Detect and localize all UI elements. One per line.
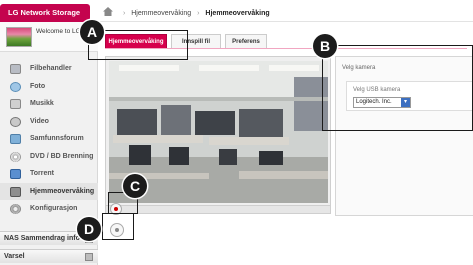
sidebar-section-varsel[interactable]: Varsel [0, 249, 98, 263]
tab-preferens[interactable]: Preferens [225, 34, 267, 48]
sidebar-item-label: Konfigurasjon [30, 205, 78, 212]
gear-icon [10, 204, 21, 214]
disc-icon [10, 151, 21, 162]
sidebar-item-label: Filbehandler [30, 65, 72, 72]
callout-badge-d: D [77, 217, 101, 241]
video-icon [10, 116, 21, 127]
breadcrumb-separator: › [197, 10, 200, 17]
sidebar-item-torrent[interactable]: Torrent [0, 165, 98, 183]
sidebar-item-foto[interactable]: Foto [0, 78, 98, 96]
callout-badge-a: A [80, 20, 104, 44]
forum-icon [10, 134, 21, 144]
sidebar-item-label: DVD / BD Brenning [30, 152, 94, 160]
welcome-thumbnail [6, 27, 32, 47]
torrent-icon [10, 169, 21, 179]
callout-box-b [322, 45, 473, 131]
callout-badge-c: C [123, 174, 147, 198]
sidebar-item-label: Foto [30, 82, 46, 90]
breadcrumb: › Hjemmeovervåking › Hjemmeovervåking [103, 7, 270, 17]
sidebar-item-video[interactable]: Video [0, 113, 98, 131]
brand-logo: LG Network Storage [0, 4, 90, 22]
sidebar-item-label: Video [30, 117, 49, 125]
section-label: NAS Sammendrag info [4, 235, 80, 242]
home-icon[interactable] [103, 7, 113, 16]
sidebar-menu: Filbehandler Foto Musikk Video Samfunnsf… [0, 60, 98, 218]
photo-icon [10, 81, 21, 92]
sidebar-item-konfigurasjon[interactable]: Konfigurasjon [0, 200, 98, 218]
top-bar: LG Network Storage › Hjemmeovervåking › … [0, 0, 473, 22]
sidebar-item-dvd-bd[interactable]: DVD / BD Brenning [0, 148, 98, 166]
sidebar-item-musikk[interactable]: Musikk [0, 95, 98, 113]
sidebar-item-filbehandler[interactable]: Filbehandler [0, 60, 98, 78]
sidebar-item-label: Samfunnsforum [30, 135, 84, 142]
callout-box-d [102, 213, 134, 240]
sidebar-item-label: Musikk [30, 100, 54, 107]
folder-icon [10, 64, 21, 74]
video-control-bar [105, 206, 331, 214]
sidebar-item-label: Torrent [30, 170, 54, 177]
breadcrumb-parent[interactable]: Hjemmeovervåking [131, 10, 191, 17]
sidebar-item-samfunnsforum[interactable]: Samfunnsforum [0, 130, 98, 148]
callout-badge-b: B [313, 34, 337, 58]
breadcrumb-current: Hjemmeovervåking [205, 10, 270, 17]
expand-icon[interactable] [85, 253, 93, 261]
sidebar-item-label: Hjemmeovervåking [30, 187, 95, 195]
section-label: Varsel [4, 253, 25, 260]
music-icon [10, 99, 21, 109]
camera-icon [10, 186, 21, 197]
sidebar-item-hjemmeovervaking[interactable]: Hjemmeovervåking [0, 182, 98, 200]
breadcrumb-separator: › [122, 10, 126, 17]
